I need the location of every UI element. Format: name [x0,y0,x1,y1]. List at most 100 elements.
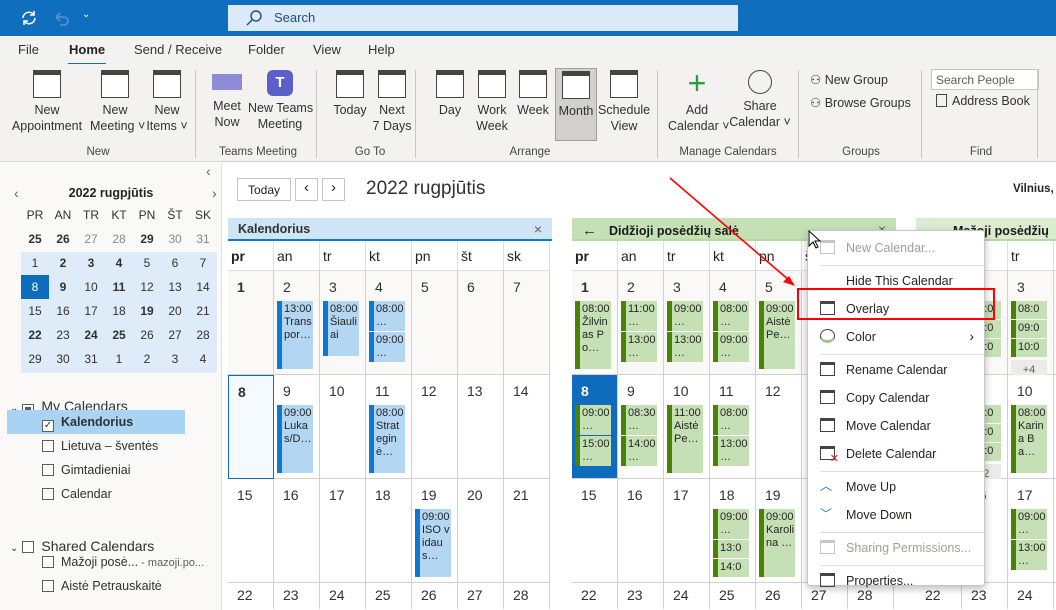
day-cell[interactable]: 25 [366,583,412,609]
calendar-event[interactable]: 11:00 … [621,301,657,331]
checkbox[interactable] [42,580,54,592]
day-cell[interactable]: 1 [228,271,274,375]
calendar-event[interactable]: 09:0 [1011,320,1047,338]
menu-item-properties[interactable]: Properties... [808,568,984,594]
calendar-folder-lietuva-vent-s[interactable]: Lietuva – šventės [42,439,158,453]
day-view-button[interactable]: Day [432,70,468,118]
previous-button[interactable]: ‹ [295,178,318,201]
mini-calendar-day[interactable]: 4 [189,347,217,371]
undo-icon[interactable] [52,9,70,27]
day-cell[interactable]: 7 [504,271,550,375]
day-cell[interactable]: 18 09:00 … 13:0 14:0 [710,479,756,583]
mini-calendar-day[interactable]: 1 [105,347,133,371]
mini-calendar-day[interactable]: 28 [189,323,217,347]
arrow-left-icon[interactable]: ← [582,222,597,239]
day-cell[interactable]: 19 09:00 Karolina … [756,479,802,583]
day-cell[interactable]: 16 [274,479,320,583]
calendar-event[interactable]: 08:00 Šiauliai [323,301,359,356]
menu-item-move-up[interactable]: ︿ Move Up [808,474,984,500]
mini-calendar-day[interactable]: 25 [105,323,133,347]
mini-calendar-day[interactable]: 9 [49,275,77,299]
calendar-event[interactable]: 09:00 Aistė Pe… [759,301,795,369]
calendar-event[interactable]: 09:00 ISO vidaus… [415,509,451,577]
mini-calendar-day[interactable]: 27 [77,227,105,251]
day-cell[interactable]: 26 [412,583,458,609]
day-cell[interactable]: 27 [458,583,504,609]
menu-item-new-calendar[interactable]: New Calendar... [808,235,984,261]
calendar-event[interactable]: 10:0 [1011,339,1047,357]
address-book-button[interactable]: Address Book [936,94,1030,108]
calendar-folder-aist-petrauskait-[interactable]: Aistė Petrauskaitė [42,579,162,593]
mini-calendar-day[interactable]: 24 [77,323,105,347]
mini-calendar-day[interactable]: 12 [133,275,161,299]
day-cell[interactable]: 3 08:00 Šiauliai [320,271,366,375]
mini-calendar-day[interactable]: 2 [49,251,77,275]
calendar-event[interactable]: 09:00 … [713,332,749,362]
mini-calendar-day[interactable]: 26 [133,323,161,347]
group-checkbox[interactable] [22,541,35,553]
day-cell[interactable]: 4 08:00 … 09:00 … [366,271,412,375]
calendar-event[interactable]: 09:00 … [575,405,611,435]
day-cell[interactable]: 10 08:00 Karina Ba… [1008,375,1054,479]
mini-calendar-day[interactable]: 15 [21,299,49,323]
calendar-event[interactable]: 09:00 … [369,332,405,362]
day-cell[interactable]: 4 08:00 … 09:00 … [710,271,756,375]
calendar-event[interactable]: 09:00 … [713,509,749,539]
day-cell[interactable]: 5 09:00 Aistė Pe… [756,271,802,375]
calendar-event[interactable]: 13:00 Transpor… [277,301,313,369]
calendar-event[interactable]: 14:0 [713,559,749,577]
day-cell[interactable]: 10 [320,375,366,479]
today-button[interactable]: Today [237,178,291,201]
next-7-days-button[interactable]: Next 7 Days [370,70,414,134]
day-cell[interactable]: 6 [458,271,504,375]
day-cell[interactable]: 3 08:0 09:0 10:0 +4 [1008,271,1054,380]
search-people-input[interactable]: Search People [931,69,1039,90]
day-cell[interactable]: 11 08:00 … 13:00 … [710,375,756,479]
day-cell[interactable]: 9 09:00 Lukas/D… [274,375,320,479]
sync-icon[interactable] [20,9,38,27]
mini-calendar-day[interactable]: 2 [133,347,161,371]
checkbox[interactable] [42,440,54,452]
mini-calendar-day[interactable]: 22 [21,323,49,347]
day-cell[interactable]: 26 [756,583,802,609]
mini-calendar-day[interactable]: 14 [189,275,217,299]
day-cell[interactable]: 24 [1008,583,1054,609]
calendar-folder-kalendorius[interactable]: ✓ Kalendorius [7,410,185,434]
day-cell[interactable]: 15 [572,479,618,583]
new-items-button[interactable]: New Items ˅ [142,70,192,134]
day-cell[interactable]: 2 13:00 Transpor… [274,271,320,375]
search-box[interactable]: Search [228,5,738,31]
mini-calendar-day[interactable]: 31 [77,347,105,371]
calendar-event[interactable]: 13:00 … [713,436,749,466]
day-cell[interactable]: 25 [710,583,756,609]
mini-calendar-day[interactable]: 20 [161,299,189,323]
mini-calendar-day[interactable]: 25 [21,227,49,251]
menu-item-rename-calendar[interactable]: Rename Calendar [808,357,984,383]
day-cell[interactable]: 28 [504,583,550,609]
day-cell[interactable]: 23 [618,583,664,609]
calendar-event[interactable]: 13:00 … [667,332,703,362]
day-cell[interactable]: 17 [664,479,710,583]
browse-groups-button[interactable]: ⚇ Browse Groups [810,95,911,110]
day-cell[interactable]: 14 [504,375,550,479]
day-cell[interactable]: 16 [618,479,664,583]
mini-calendar-day[interactable]: 7 [189,251,217,275]
calendar-event[interactable]: 11:00 Aistė Pe… [667,405,703,473]
menu-item-delete-calendar[interactable]: ✕ Delete Calendar [808,441,984,467]
chevron-down-icon[interactable]: ⌄ [10,543,18,554]
mini-calendar-day[interactable]: 1 [21,251,49,275]
calendar-event[interactable]: 09:00 … [667,301,703,331]
menu-item-copy-calendar[interactable]: Copy Calendar [808,385,984,411]
day-cell[interactable]: 20 [458,479,504,583]
shared-calendars-group[interactable]: ⌄ Shared Calendars [10,538,154,554]
calendar-header[interactable]: Kalendorius × [228,218,552,241]
checkbox[interactable] [42,556,54,568]
mini-calendar-day[interactable]: 27 [161,323,189,347]
mini-calendar-day[interactable]: 19 [133,299,161,323]
mini-calendar-day[interactable]: 13 [161,275,189,299]
calendar-event[interactable]: 08:00 … [713,405,749,435]
tab-home[interactable]: Home [67,42,107,66]
calendar-event[interactable]: 08:00 Strateginė… [369,405,405,473]
mini-calendar-day[interactable]: 11 [105,275,133,299]
close-icon[interactable]: × [534,221,542,237]
